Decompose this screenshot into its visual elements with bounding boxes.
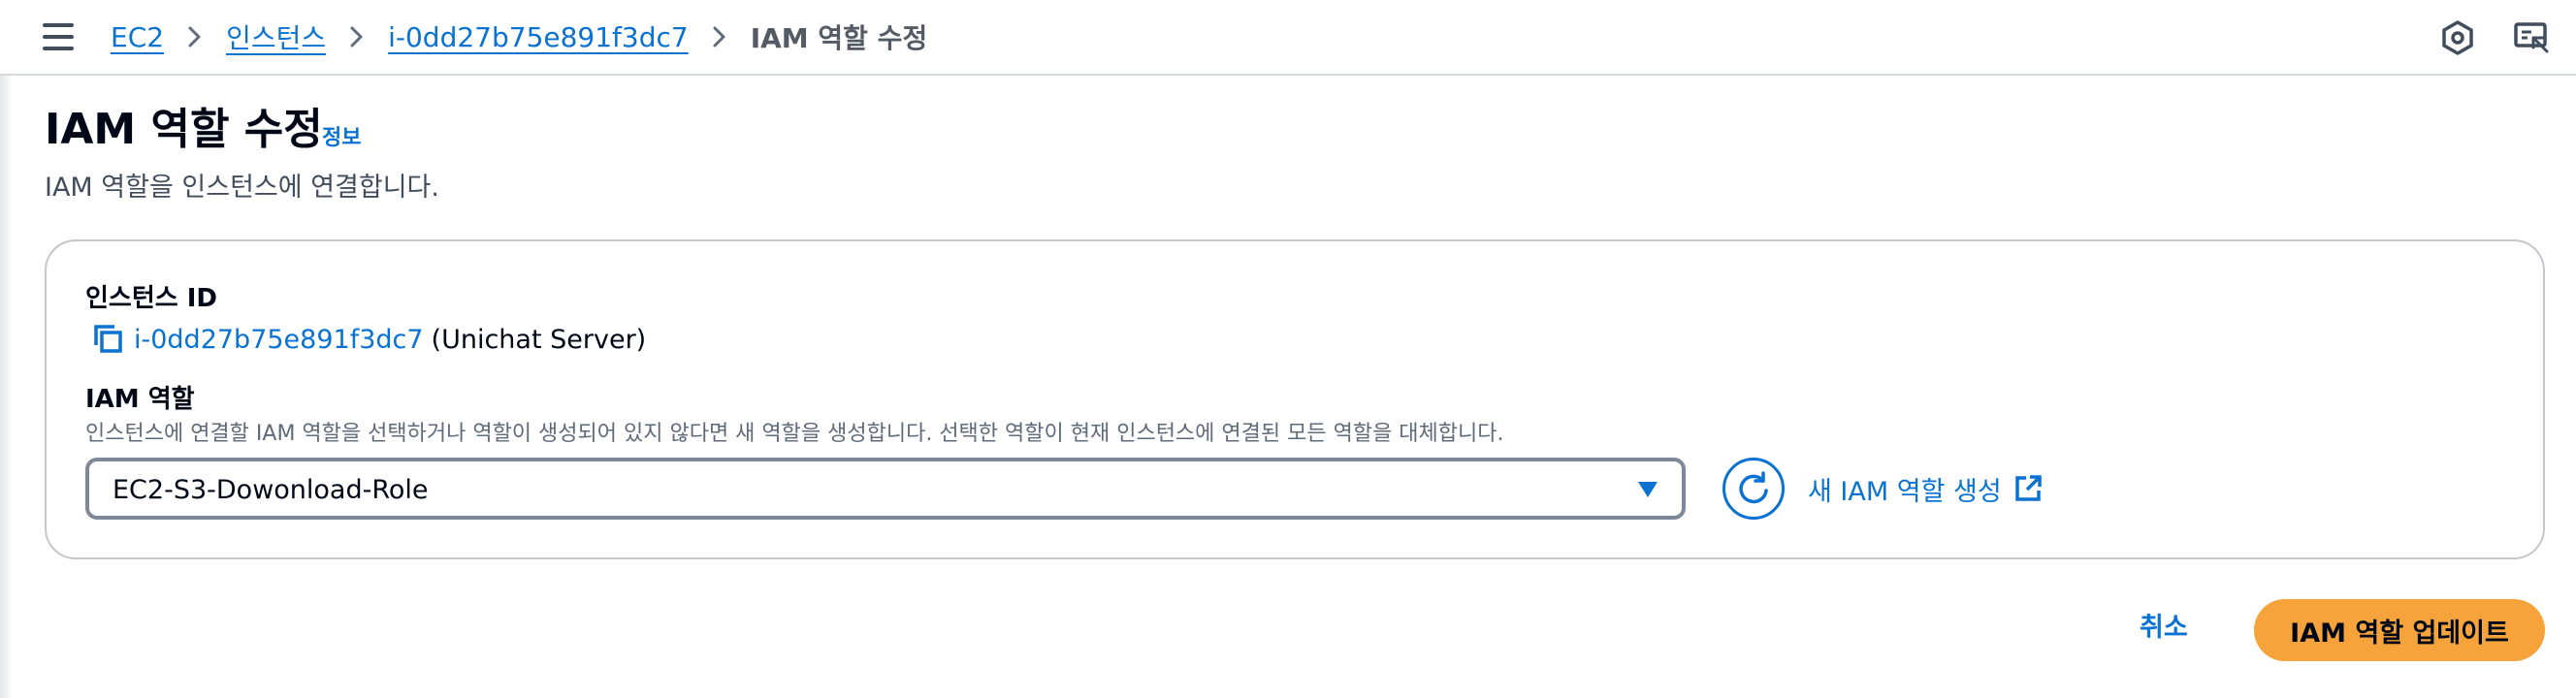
breadcrumb: EC2 인스턴스 i-0dd27b75e891f3dc7 IAM 역할 수정: [111, 17, 927, 56]
feedback-icon[interactable]: [2510, 16, 2553, 59]
top-bar: EC2 인스턴스 i-0dd27b75e891f3dc7 IAM 역할 수정: [0, 0, 2576, 76]
breadcrumb-item-instances[interactable]: 인스턴스: [226, 17, 326, 56]
copy-icon[interactable]: [91, 322, 126, 357]
instance-id-row: i-0dd27b75e891f3dc7 (Unichat Server): [91, 320, 646, 359]
page-title: IAM 역할 수정: [45, 105, 323, 154]
iam-role-description: 인스턴스에 연결할 IAM 역할을 선택하거나 역할이 생성되어 있지 않다면 …: [85, 422, 1504, 446]
external-link-icon: [2013, 474, 2043, 503]
breadcrumb-item-instance-id[interactable]: i-0dd27b75e891f3dc7: [388, 21, 689, 53]
chevron-right-icon: [326, 17, 388, 56]
iam-role-selected-value: EC2-S3-Dowonload-Role: [113, 475, 429, 505]
refresh-icon: [1739, 471, 1768, 504]
create-iam-role-label: 새 IAM 역할 생성: [1808, 476, 2002, 507]
chevron-right-icon: [689, 17, 751, 56]
left-edge-shadow: [0, 76, 14, 698]
instance-id-link[interactable]: i-0dd27b75e891f3dc7: [134, 325, 424, 355]
page-description: IAM 역할을 인스턴스에 연결합니다.: [45, 173, 439, 203]
refresh-button[interactable]: [1723, 458, 1785, 520]
breadcrumb-current: IAM 역할 수정: [750, 22, 928, 54]
create-iam-role-link[interactable]: 새 IAM 역할 생성: [1808, 467, 2043, 510]
info-link[interactable]: 정보: [322, 124, 361, 153]
instance-id-label: 인스턴스 ID: [85, 284, 217, 313]
cancel-button[interactable]: 취소: [2140, 609, 2188, 648]
iam-role-select[interactable]: EC2-S3-Dowonload-Role: [85, 458, 1686, 520]
settings-hex-icon[interactable]: [2436, 16, 2479, 59]
chevron-right-icon: [164, 17, 226, 56]
menu-icon[interactable]: [43, 23, 74, 50]
caret-down-icon: [1637, 481, 1658, 498]
instance-name: (Unichat Server): [431, 324, 647, 355]
breadcrumb-item-ec2[interactable]: EC2: [111, 21, 164, 53]
iam-role-label: IAM 역할: [85, 385, 195, 414]
update-iam-role-button[interactable]: IAM 역할 업데이트: [2254, 599, 2545, 661]
